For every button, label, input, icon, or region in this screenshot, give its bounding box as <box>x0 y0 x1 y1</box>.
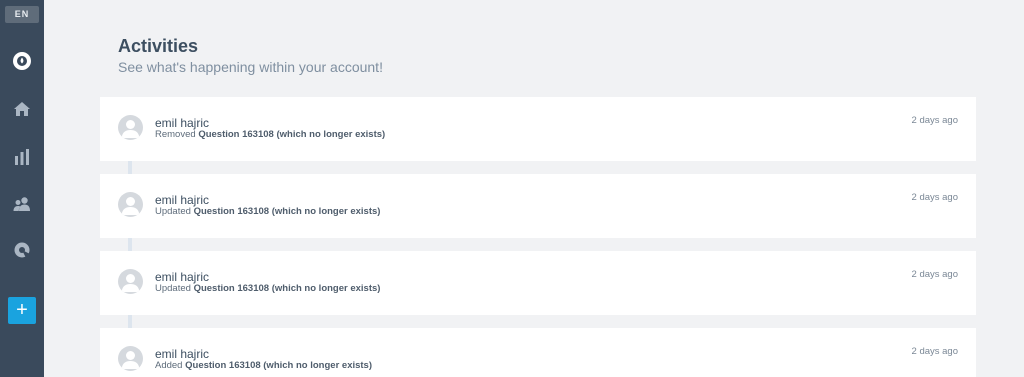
activity-action: Removed <box>155 129 196 140</box>
add-button[interactable]: + <box>8 297 36 324</box>
activity-user[interactable]: emil hajric <box>155 347 209 361</box>
activity-target: Question 163108 (which no longer exists) <box>185 360 373 371</box>
activity-user[interactable]: emil hajric <box>155 270 209 284</box>
activity-user[interactable]: emil hajric <box>155 116 209 130</box>
page-subtitle: See what's happening within your account… <box>118 59 383 75</box>
activity-description: Added Question 163108 (which no longer e… <box>155 360 372 371</box>
activity-action: Updated <box>155 283 191 294</box>
activity-description: Updated Question 163108 (which no longer… <box>155 283 380 294</box>
activity-time: 2 days ago <box>911 115 958 126</box>
activity-item: emil hajric Removed Question 163108 (whi… <box>100 97 976 161</box>
avatar[interactable] <box>118 346 143 371</box>
language-button[interactable]: EN <box>5 6 39 23</box>
avatar[interactable] <box>118 115 143 140</box>
activity-description: Updated Question 163108 (which no longer… <box>155 206 380 217</box>
activity-action: Added <box>155 360 183 371</box>
users-icon[interactable] <box>12 194 32 214</box>
activity-time: 2 days ago <box>911 269 958 280</box>
avatar[interactable] <box>118 269 143 294</box>
activity-item: emil hajric Updated Question 163108 (whi… <box>100 174 976 238</box>
activity-user[interactable]: emil hajric <box>155 193 209 207</box>
activity-target: Question 163108 (which no longer exists) <box>198 129 386 140</box>
timeline-connector <box>128 315 132 328</box>
page-title: Activities <box>118 36 199 56</box>
activity-time: 2 days ago <box>911 192 958 203</box>
settings-icon[interactable] <box>12 240 32 260</box>
sidebar: EN + <box>0 0 44 377</box>
activity-item: emil hajric Updated Question 163108 (whi… <box>100 251 976 315</box>
activity-target: Question 163108 (which no longer exists) <box>193 283 381 294</box>
activity-item: emil hajric Added Question 163108 (which… <box>100 328 976 377</box>
page-header: Activities See what's happening within y… <box>118 36 383 75</box>
home-icon[interactable] <box>12 99 32 119</box>
activity-action: Updated <box>155 206 191 217</box>
activity-time: 2 days ago <box>911 346 958 357</box>
activity-target: Question 163108 (which no longer exists) <box>193 206 381 217</box>
bar-chart-icon[interactable] <box>12 147 32 167</box>
activity-description: Removed Question 163108 (which no longer… <box>155 129 385 140</box>
timeline-connector <box>128 161 132 174</box>
logo-icon[interactable] <box>12 51 32 71</box>
timeline-connector <box>128 238 132 251</box>
avatar[interactable] <box>118 192 143 217</box>
